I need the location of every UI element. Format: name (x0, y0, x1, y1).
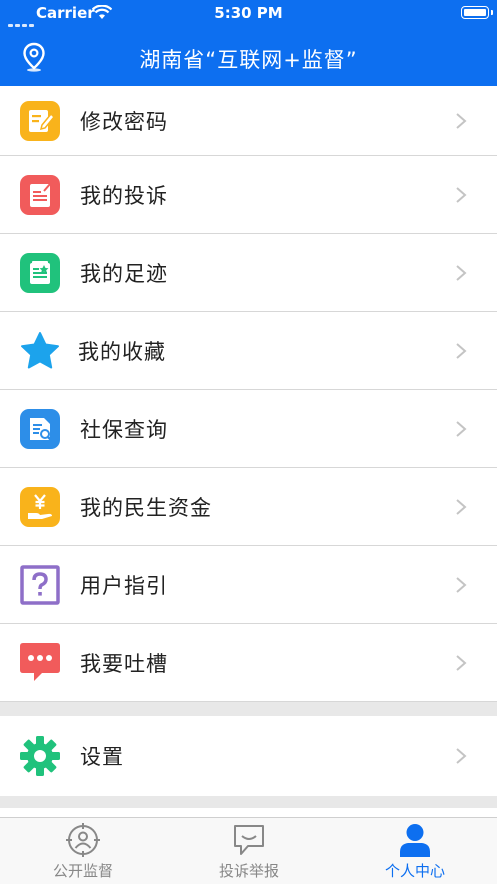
chevron-right-icon (456, 342, 467, 359)
message-bubble-icon (234, 825, 264, 855)
menu-item-my-complaints[interactable]: 我的投诉 (0, 156, 497, 234)
chevron-right-icon (456, 112, 467, 129)
menu-list: 修改密码 我的投诉 我的足迹 我的收藏 社保查询 我的民生资金 用户指引 我要吐… (0, 86, 497, 808)
section-divider (0, 702, 497, 716)
menu-item-label: 修改密码 (80, 109, 168, 134)
menu-item-social-security[interactable]: 社保查询 (0, 390, 497, 468)
menu-item-settings[interactable]: 设置 (0, 716, 497, 796)
section-divider (0, 796, 497, 808)
menu-item-label: 我要吐槽 (80, 651, 168, 676)
menu-item-label: 我的投诉 (80, 183, 168, 208)
page-title: 湖南省“互联网+监督” (139, 48, 358, 72)
tab-personal-center[interactable]: 个人中心 (332, 818, 497, 884)
menu-item-label: 我的收藏 (78, 339, 166, 364)
user-icon (400, 824, 430, 857)
menu-item-my-footprints[interactable]: 我的足迹 (0, 234, 497, 312)
chevron-right-icon (456, 498, 467, 515)
tab-label: 个人中心 (384, 862, 445, 880)
menu-item-label: 我的民生资金 (80, 495, 212, 520)
document-search-icon (20, 408, 60, 449)
tab-bar: 公开监督 投诉举报 个人中心 (0, 817, 497, 884)
menu-item-label: 我的足迹 (80, 261, 168, 286)
yen-hand-icon (20, 486, 60, 527)
battery-icon (461, 6, 493, 19)
question-box-icon (20, 564, 60, 605)
menu-item-label: 用户指引 (80, 573, 168, 598)
menu-item-feedback[interactable]: 我要吐槽 (0, 624, 497, 702)
menu-item-change-password[interactable]: 修改密码 (0, 86, 497, 156)
tab-label: 公开监督 (52, 862, 113, 880)
star-icon (20, 331, 60, 371)
menu-item-my-favorites[interactable]: 我的收藏 (0, 312, 497, 390)
tab-public-supervision[interactable]: 公开监督 (0, 818, 166, 884)
chat-dots-icon (20, 642, 60, 683)
menu-item-label: 社保查询 (80, 417, 168, 442)
tab-complaint-report[interactable]: 投诉举报 (166, 818, 332, 884)
chevron-right-icon (456, 264, 467, 281)
chevron-right-icon (456, 576, 467, 593)
tab-label: 投诉举报 (218, 862, 279, 880)
edit-password-icon (20, 100, 60, 141)
chevron-right-icon (456, 186, 467, 203)
complaint-document-icon (20, 174, 60, 215)
chevron-right-icon (456, 748, 467, 764)
menu-item-livelihood-funds[interactable]: 我的民生资金 (0, 468, 497, 546)
menu-item-label: 设置 (80, 745, 124, 769)
supervise-person-icon (66, 823, 100, 857)
gear-icon (20, 736, 60, 776)
menu-item-user-guide[interactable]: 用户指引 (0, 546, 497, 624)
status-bar: Carrier 5:30 PM (0, 0, 497, 28)
chevron-right-icon (456, 420, 467, 437)
chevron-right-icon (456, 654, 467, 671)
navigation-bar: 湖南省“互联网+监督” (0, 28, 497, 86)
status-time: 5:30 PM (214, 4, 283, 22)
footprint-document-icon (20, 252, 60, 293)
